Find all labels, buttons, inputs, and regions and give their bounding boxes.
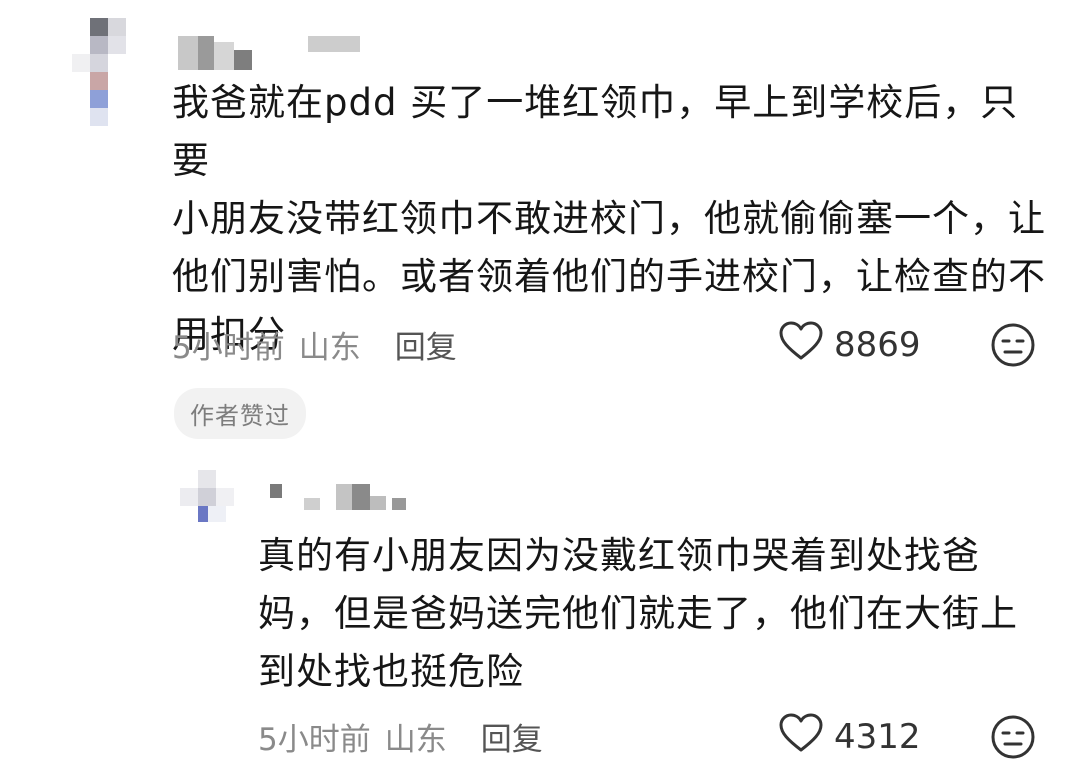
avatar[interactable] bbox=[60, 18, 130, 128]
comment-text: 我爸就在pdd 买了一堆红领巾，早上到学校后，只要 小朋友没带红领巾不敢进校门，… bbox=[172, 81, 1046, 356]
neutral-face-icon bbox=[990, 715, 1036, 764]
like-count: 8869 bbox=[834, 325, 921, 365]
author-liked-badge: 作者赞过 bbox=[174, 388, 306, 439]
comment-meta: 5小时前 山东 回复 bbox=[172, 322, 457, 367]
neutral-face-icon bbox=[990, 323, 1036, 372]
reaction-button[interactable] bbox=[990, 322, 1036, 368]
like-button[interactable]: 8869 bbox=[778, 321, 921, 370]
like-button[interactable]: 4312 bbox=[778, 713, 921, 762]
like-count: 4312 bbox=[834, 717, 921, 757]
reply-button[interactable]: 回复 bbox=[481, 714, 543, 759]
location: 山东 bbox=[384, 721, 447, 758]
heart-outline-icon bbox=[778, 321, 824, 370]
username[interactable] bbox=[270, 484, 420, 514]
comment-meta: 5小时前 山东 回复 bbox=[258, 714, 543, 759]
timestamp: 5小时前 bbox=[172, 329, 285, 366]
location: 山东 bbox=[298, 329, 361, 366]
comment-text: 真的有小朋友因为没戴红领巾哭着到处找爸 妈，但是爸妈送完他们就走了，他们在大街上… bbox=[258, 534, 1018, 693]
username[interactable] bbox=[178, 36, 368, 76]
timestamp: 5小时前 bbox=[258, 721, 371, 758]
reply-button[interactable]: 回复 bbox=[395, 322, 457, 367]
heart-outline-icon bbox=[778, 713, 824, 762]
avatar[interactable] bbox=[176, 470, 246, 530]
reaction-button[interactable] bbox=[990, 714, 1036, 760]
